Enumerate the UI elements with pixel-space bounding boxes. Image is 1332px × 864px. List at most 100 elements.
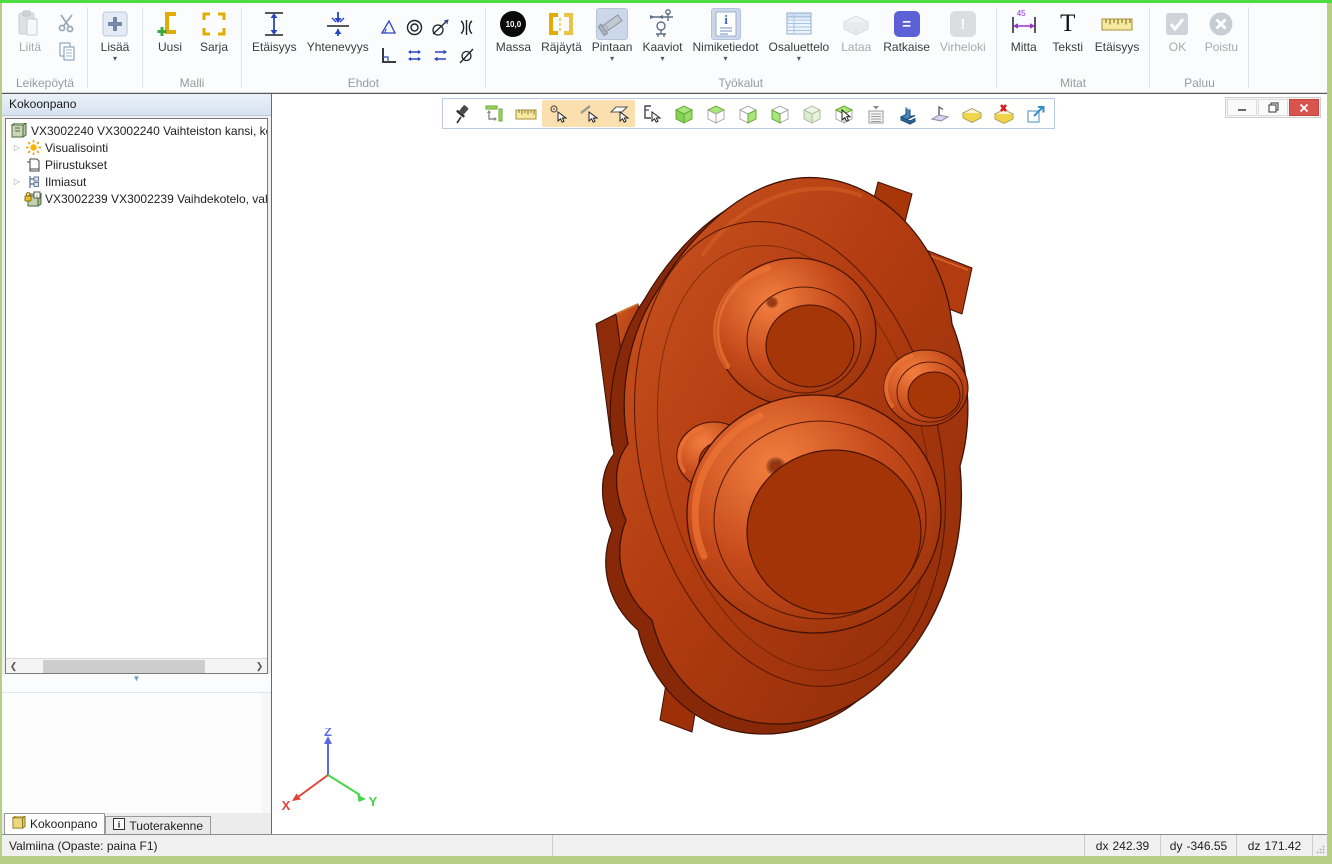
expander-icon[interactable]: ▷ xyxy=(10,177,24,186)
load-button[interactable]: Lataa xyxy=(834,5,878,54)
tree-horizontal-scrollbar[interactable]: ❮ ❯ xyxy=(6,658,267,673)
ribbon-group-return: OK Poistu Paluu xyxy=(1151,3,1247,92)
solve-button[interactable]: = Ratkaise xyxy=(878,5,935,54)
cube-left-face-icon[interactable] xyxy=(764,100,795,127)
tray-icon[interactable] xyxy=(956,100,987,127)
coincidence-button[interactable]: Yhtenevyys xyxy=(302,5,374,54)
distance-constraint-label: Etäisyys xyxy=(252,40,297,54)
new-label: Uusi xyxy=(158,40,182,54)
tree-item-assembly[interactable]: VX3002240 VX3002240 Vaihteiston kansi, k… xyxy=(6,122,267,139)
series-button[interactable]: Sarja xyxy=(192,5,236,54)
ruler-tool-icon[interactable] xyxy=(510,100,541,127)
display-list-icon[interactable] xyxy=(860,100,891,127)
add-plus-icon xyxy=(100,8,130,40)
select-face-icon[interactable] xyxy=(604,100,635,127)
tray-delete-icon[interactable] xyxy=(988,100,1019,127)
cube-shaded-icon[interactable] xyxy=(796,100,827,127)
dy-readout: dy-346.55 xyxy=(1161,835,1237,856)
group-label-conditions: Ehdot xyxy=(247,76,480,92)
representations-icon xyxy=(24,175,42,189)
scrollbar-track[interactable] xyxy=(21,659,252,674)
distance-dim-button[interactable]: Etäisyys xyxy=(1090,5,1145,54)
diagrams-button[interactable]: Kaaviot ▾ xyxy=(637,5,687,63)
tree-panel-title: Kokoonpano xyxy=(2,94,271,116)
parallel-constraint-button[interactable] xyxy=(402,41,428,69)
text-label: Teksti xyxy=(1052,40,1083,54)
error-log-button[interactable]: ! Virheloki xyxy=(935,5,991,54)
dx-readout: dx242.39 xyxy=(1085,835,1161,856)
equal-constraint-button[interactable] xyxy=(428,41,454,69)
cut-button[interactable] xyxy=(55,11,79,35)
to-surface-button[interactable]: Pintaan ▾ xyxy=(587,5,638,63)
scrollbar-thumb[interactable] xyxy=(43,660,205,673)
parts-list-dropdown-caret: ▾ xyxy=(797,54,801,63)
group-label-model: Malli xyxy=(148,76,236,92)
text-button[interactable]: T Teksti xyxy=(1046,5,1090,54)
angle-constraint-button[interactable] xyxy=(376,13,402,41)
scroll-right-arrow-icon[interactable]: ❯ xyxy=(252,661,267,672)
text-icon: T xyxy=(1060,8,1075,40)
select-component-icon[interactable] xyxy=(636,100,667,127)
tree-item-representations[interactable]: ▷ Ilmiasut xyxy=(6,173,267,190)
cube-top-face-icon[interactable] xyxy=(700,100,731,127)
distance-constraint-button[interactable]: Etäisyys xyxy=(247,5,302,54)
expander-icon[interactable]: ▷ xyxy=(10,143,24,152)
lower-empty-panel xyxy=(2,693,271,813)
select-edge-icon[interactable] xyxy=(573,100,604,127)
parts-list-button[interactable]: Osaluettelo ▾ xyxy=(764,5,835,63)
ribbon-group-add: Lisää ▾ xyxy=(89,3,141,92)
add-dropdown-caret: ▾ xyxy=(113,54,117,63)
tangent-constraint-button[interactable] xyxy=(428,13,454,41)
measure-button[interactable]: 45 Mitta xyxy=(1002,5,1046,54)
cube-face-pick-icon[interactable] xyxy=(828,100,859,127)
resize-grip[interactable] xyxy=(1313,835,1327,856)
new-button[interactable]: Uusi xyxy=(148,5,192,54)
assembly-tree-panel: Kokoonpano VX3002240 VX3002240 Vaihte xyxy=(2,94,272,834)
mass-button[interactable]: 10,0 Massa xyxy=(491,5,536,54)
concentric-constraint-button[interactable] xyxy=(402,13,428,41)
series-icon xyxy=(199,8,229,40)
collapse-arrow-icon[interactable]: ▼ xyxy=(133,674,141,684)
tangent-line-constraint-button[interactable] xyxy=(454,41,480,69)
expand-view-icon[interactable] xyxy=(1020,100,1051,127)
coincidence-label: Yhtenevyys xyxy=(307,40,369,54)
axis-z-label: Z xyxy=(324,728,332,739)
minimize-button[interactable] xyxy=(1227,99,1257,116)
tab-tuoterakenne[interactable]: i Tuoterakenne xyxy=(105,816,211,834)
cube-right-face-icon[interactable] xyxy=(732,100,763,127)
symmetric-constraint-button[interactable] xyxy=(454,13,480,41)
add-button[interactable]: Lisää ▾ xyxy=(93,5,137,63)
sketch-plane-icon[interactable] xyxy=(924,100,955,127)
ribbon-group-conditions: Etäisyys Yhtenevyys xyxy=(243,3,484,92)
child-window-controls xyxy=(1225,97,1321,118)
tab-kokoonpano[interactable]: Kokoonpano xyxy=(4,813,105,834)
close-button[interactable] xyxy=(1289,99,1319,116)
cube-solid-icon[interactable] xyxy=(668,100,699,127)
status-message: Valmiina (Opaste: paina F1) xyxy=(2,835,553,856)
ok-check-icon xyxy=(1163,8,1191,40)
select-point-icon[interactable] xyxy=(542,100,573,127)
tree-item-drawings[interactable]: Piirustukset xyxy=(6,156,267,173)
copy-button[interactable] xyxy=(55,39,79,63)
extrude-part-icon[interactable] xyxy=(892,100,923,127)
paste-button[interactable]: Liitä xyxy=(8,5,52,54)
tree-item-label: VX3002239 VX3002239 Vaihdekotelo, valu . xyxy=(42,192,267,206)
scroll-left-arrow-icon[interactable]: ❮ xyxy=(6,661,21,672)
tree-item-part[interactable]: i VX3002239 VX3002239 Vaihdekotelo, valu… xyxy=(6,190,267,207)
ok-button[interactable]: OK xyxy=(1155,5,1199,54)
tree-item-label: Visualisointi xyxy=(42,141,108,155)
tree-item-visualization[interactable]: ▷ Visualisointi xyxy=(6,139,267,156)
pin-icon[interactable] xyxy=(446,100,477,127)
exit-button[interactable]: Poistu xyxy=(1199,5,1243,54)
model-viewport[interactable]: Z X Y xyxy=(272,94,1327,834)
group-label-tools: Työkalut xyxy=(491,76,991,92)
3d-model[interactable] xyxy=(582,166,982,746)
restore-button[interactable] xyxy=(1258,99,1288,116)
explode-button[interactable]: Räjäytä xyxy=(536,5,587,54)
item-info-button[interactable]: i Nimiketiedot ▾ xyxy=(688,5,764,63)
tree-item-label: Ilmiasut xyxy=(42,175,86,189)
series-label: Sarja xyxy=(200,40,228,54)
panel-splitter[interactable]: ▼ xyxy=(2,674,271,693)
measure-coordinate-icon[interactable] xyxy=(478,100,509,127)
perpendicular-constraint-button[interactable] xyxy=(376,41,402,69)
